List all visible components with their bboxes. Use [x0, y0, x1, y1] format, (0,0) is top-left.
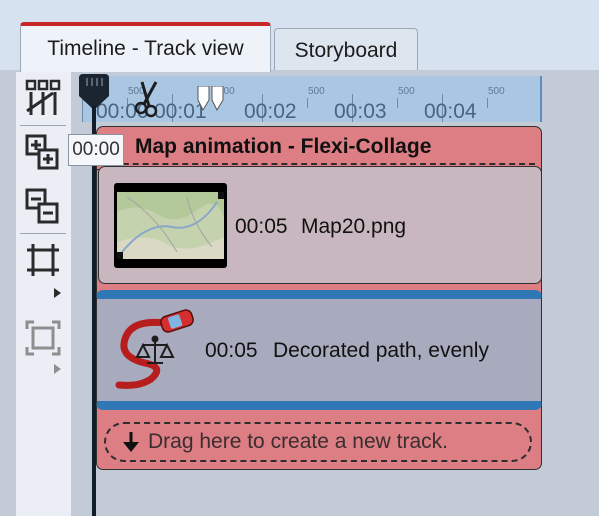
clip-name: Map20.png: [301, 215, 407, 238]
ruler-time-label: 00:03: [334, 100, 387, 122]
clip-map-image[interactable]: 00:05 Map20.png: [98, 166, 542, 284]
clip-name: Decorated path, evenly: [273, 339, 489, 362]
fit-all-menu-arrow: [54, 364, 61, 374]
remove-track-button[interactable]: [20, 184, 66, 228]
map-image-icon: [117, 192, 224, 259]
fit-tracks-button[interactable]: [20, 238, 66, 282]
collage-title: Map animation - Flexi-Collage: [135, 135, 432, 158]
fit-tracks-icon: [27, 244, 59, 276]
track-layout-button[interactable]: [20, 76, 66, 120]
ruler-minor-label: 500: [308, 86, 325, 97]
clip-duration: 00:05: [235, 215, 288, 238]
collage-header[interactable]: Map animation - Flexi-Collage: [96, 126, 542, 170]
ruler-time-label: 00:02: [244, 100, 297, 122]
toolbar-divider: [20, 125, 66, 126]
ruler-minor-label: 500: [398, 86, 415, 97]
ruler-time-label: 00:04: [424, 100, 477, 122]
ruler-tick: [487, 98, 488, 108]
clip-path-animation[interactable]: 00:05 Decorated path, evenly: [96, 290, 542, 410]
track-layout-icon: [25, 79, 61, 115]
time-ruler[interactable]: 500 500 500 500 500 00:00 00:01 00:02 00…: [82, 76, 542, 122]
playhead-time-tooltip: 00:00: [68, 134, 124, 166]
ruler-minor-label: 500: [488, 86, 505, 97]
tab-label: Timeline - Track view: [47, 37, 244, 60]
tab-bar: Timeline - Track view Storyboard: [0, 0, 599, 72]
map-thumbnail: [114, 183, 227, 268]
fit-all-icon: [25, 320, 61, 356]
scissors-icon[interactable]: [134, 78, 162, 118]
tab-storyboard[interactable]: Storyboard: [274, 28, 418, 72]
arrow-down-icon: [123, 432, 139, 452]
fit-all-button: [20, 316, 66, 360]
new-track-drop-zone[interactable]: Drag here to create a new track.: [104, 422, 532, 462]
path-animation-icon: [115, 309, 194, 389]
remove-track-icon: [25, 188, 59, 224]
fit-tracks-menu-arrow[interactable]: [54, 288, 61, 298]
tab-timeline-track-view[interactable]: Timeline - Track view: [20, 22, 271, 72]
tab-label: Storyboard: [294, 38, 398, 62]
add-track-button[interactable]: [20, 130, 66, 174]
add-track-icon: [25, 134, 59, 170]
ruler-tick: [397, 98, 398, 108]
ruler-tick: [307, 98, 308, 108]
collage-divider: [103, 163, 535, 165]
clip-duration: 00:05: [205, 339, 258, 362]
timeline-toolbar: [16, 72, 71, 516]
toolbar-divider: [20, 233, 66, 234]
drop-zone-label: Drag here to create a new track.: [148, 430, 448, 453]
marker-icon[interactable]: [196, 86, 226, 112]
